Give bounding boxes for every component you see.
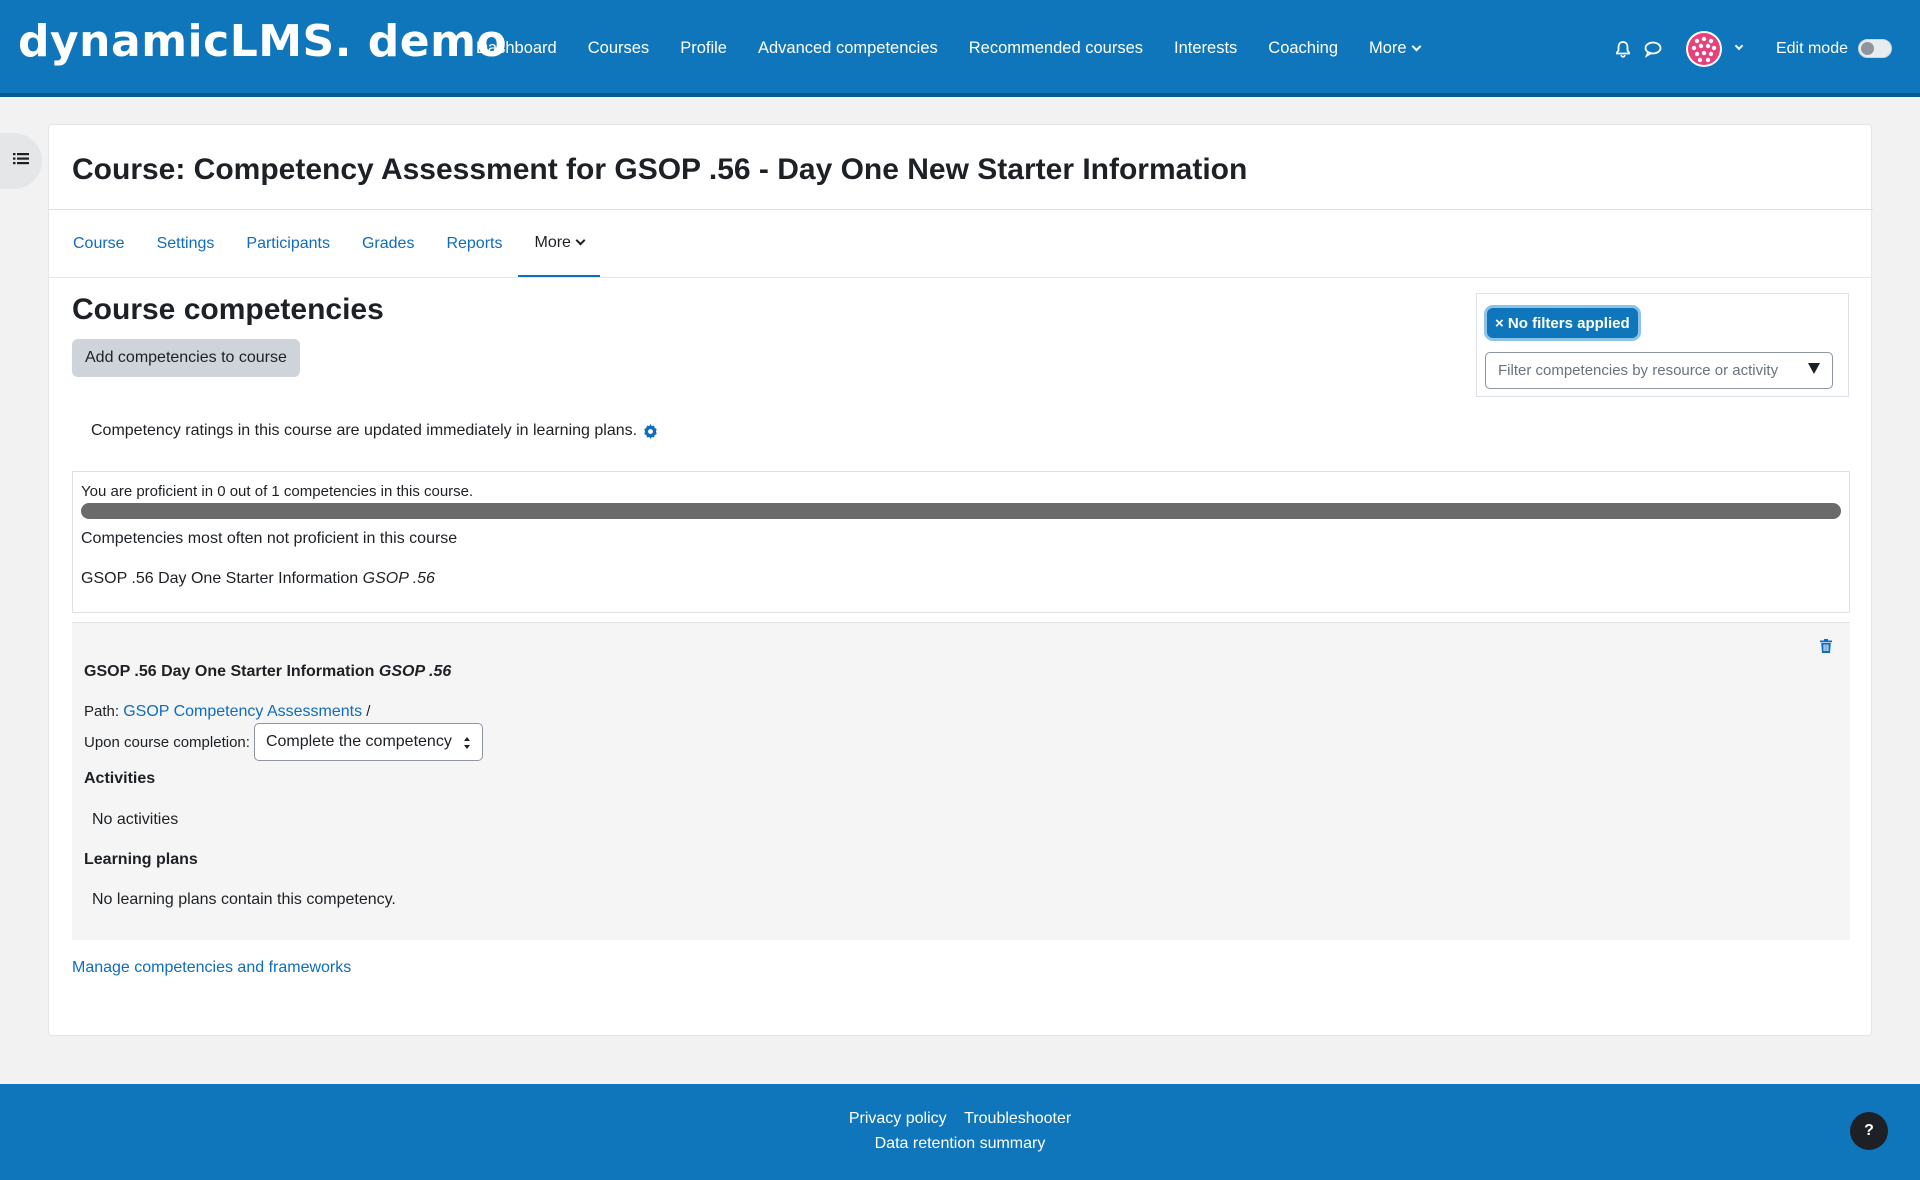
nav-item-dashboard[interactable]: Dashboard [476, 39, 557, 58]
no-filters-chip[interactable]: × No filters applied [1487, 308, 1638, 338]
tab-grades[interactable]: Grades [346, 210, 430, 278]
competency-name-text: GSOP .56 Day One Starter Information [84, 663, 375, 680]
globe-avatar-icon[interactable] [1685, 30, 1722, 67]
competency-name: GSOP .56 Day One Starter Information GSO… [84, 663, 451, 681]
section-heading: Course competencies [72, 293, 384, 326]
activities-text: No activities [92, 811, 179, 828]
footer-row-2: Data retention summary [0, 1135, 1920, 1153]
tab-reports[interactable]: Reports [430, 210, 518, 278]
select-updown-icon [463, 737, 470, 749]
nav-item-coaching[interactable]: Coaching [1268, 39, 1338, 58]
add-competencies-button[interactable]: Add competencies to course [72, 339, 300, 377]
proficiency-summary: You are proficient in 0 out of 1 compete… [72, 471, 1850, 613]
nav-item-advanced-competencies[interactable]: Advanced competencies [758, 39, 938, 58]
tab-settings[interactable]: Settings [141, 210, 231, 278]
tab-more[interactable]: More [518, 210, 600, 278]
completion-label: Upon course completion: [84, 733, 250, 751]
tab-participants[interactable]: Participants [230, 210, 346, 278]
primary-navigation: Dashboard Courses Profile Advanced compe… [476, 0, 1451, 97]
footer-links: Privacy policy Troubleshooter [0, 1110, 1920, 1128]
competency-card: GSOP .56 Day One Starter Information GSO… [72, 622, 1850, 940]
not-proficient-heading: Competencies most often not proficient i… [81, 530, 458, 547]
activities-heading: Activities [84, 770, 156, 787]
chat-icon[interactable] [1638, 34, 1668, 64]
course-secondary-navigation: Course Settings Participants Grades Repo… [57, 210, 600, 278]
nav-item-profile[interactable]: Profile [680, 39, 727, 58]
competency-path: Path: GSOP Competency Assessments / [84, 703, 370, 721]
main-content-card: Course: Competency Assessment for GSOP .… [48, 124, 1873, 1036]
path-framework-link[interactable]: GSOP Competency Assessments [123, 703, 362, 720]
nav-divider [49, 277, 1873, 278]
competency-id: GSOP .56 [378, 663, 452, 680]
completion-rule: Upon course completion: Complete the com… [84, 723, 483, 761]
site-brand-logo[interactable]: dynamicLMS. demo [18, 16, 507, 67]
bell-icon[interactable] [1608, 34, 1638, 64]
competency-filter-panel: × No filters applied Filter competencies… [1476, 293, 1849, 397]
question-icon[interactable]: ? [1850, 1112, 1888, 1150]
rating-note: Competency ratings in this course are up… [91, 422, 658, 440]
learning-plans-text: No learning plans contain this competenc… [92, 891, 396, 908]
not-proficient-item-name: GSOP .56 Day One Starter Information [81, 570, 359, 587]
navbar-user-area: Edit mode [1608, 0, 1920, 97]
chevron-down-icon[interactable] [1734, 41, 1744, 50]
troubleshooter-link[interactable]: Troubleshooter [964, 1110, 1071, 1127]
edit-mode-toggle[interactable] [1858, 39, 1892, 58]
data-retention-link[interactable]: Data retention summary [875, 1135, 1046, 1152]
list-drawer-icon [13, 152, 29, 171]
gear-icon[interactable] [643, 423, 658, 439]
page-title: Course: Competency Assessment for GSOP .… [72, 153, 1248, 186]
edit-mode-label: Edit mode [1775, 39, 1848, 57]
not-proficient-item: GSOP .56 Day One Starter Information GSO… [81, 570, 435, 588]
filter-competencies-select[interactable]: Filter competencies by resource or activ… [1485, 352, 1833, 389]
proficient-count-text: You are proficient in 0 out of 1 compete… [81, 483, 474, 500]
privacy-policy-link[interactable]: Privacy policy [849, 1110, 947, 1127]
manage-competencies-link[interactable]: Manage competencies and frameworks [72, 959, 351, 977]
tab-course[interactable]: Course [57, 210, 141, 278]
dropdown-caret-icon [1808, 363, 1820, 374]
nav-item-interests[interactable]: Interests [1174, 39, 1237, 58]
nav-item-recommended-courses[interactable]: Recommended courses [969, 39, 1143, 58]
filter-placeholder: Filter competencies by resource or activ… [1498, 362, 1779, 379]
page-footer: Privacy policy Troubleshooter Data reten… [0, 1084, 1920, 1180]
top-navbar: dynamicLMS. demo Dashboard Courses Profi… [0, 0, 1920, 97]
nav-item-courses[interactable]: Courses [588, 39, 649, 58]
path-label: Path: [84, 703, 120, 720]
course-index-drawer-toggle[interactable] [0, 133, 42, 189]
path-separator: / [366, 703, 371, 720]
not-proficient-item-id: GSOP .56 [362, 570, 435, 587]
completion-rule-value: Complete the competency [265, 733, 452, 750]
trash-icon[interactable] [1820, 639, 1832, 658]
rating-note-text: Competency ratings in this course are up… [91, 422, 638, 439]
completion-rule-select[interactable]: Complete the competency [253, 723, 483, 761]
learning-plans-heading: Learning plans [84, 851, 198, 868]
proficiency-progress-bar [81, 503, 1841, 519]
nav-item-more[interactable]: More [1369, 39, 1420, 58]
